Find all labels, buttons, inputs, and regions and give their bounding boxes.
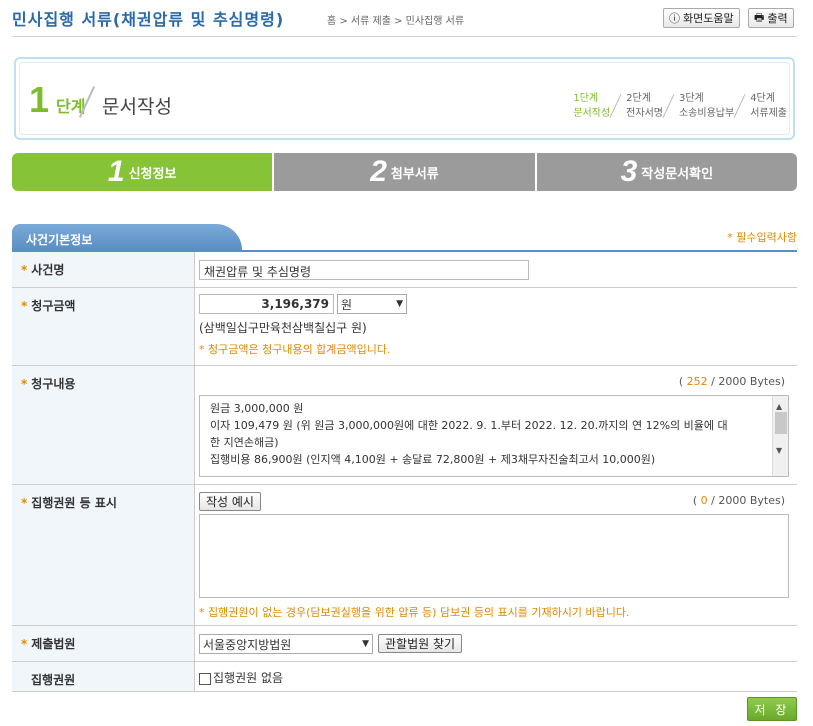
- stage-number: 1: [29, 79, 50, 120]
- row-case-name: * 사건명 채권압류 및 추심명령: [12, 252, 797, 288]
- case-name-label: 사건명: [31, 263, 65, 277]
- print-button[interactable]: 🖶 출력: [748, 8, 794, 28]
- claim-amount-korean: (삼백일십구만육천삼백칠십구 원): [199, 321, 367, 335]
- enforcement-right-label: 집행권원: [31, 673, 76, 687]
- stage-progress: 1단계 문서작성 2단계 전자서명 3단계 소송비용납부 4단계 서류제출: [571, 91, 787, 121]
- case-info-form: * 사건명 채권압류 및 추심명령 * 청구금액 3,196,379 원 ▼ (삼백…: [12, 250, 797, 692]
- claim-line: 원금 3,000,000 원: [210, 402, 304, 415]
- tab-document-review[interactable]: 3 작성문서확인: [536, 153, 797, 191]
- tab-attachments[interactable]: 2 첨부서류: [274, 153, 535, 191]
- claim-line: 이자 109,479 원 (위 원금 3,000,000원에 대한 2022. …: [210, 419, 728, 432]
- scrollbar[interactable]: ▲ ▼: [772, 396, 788, 476]
- required-note: * 필수입력사항: [727, 231, 797, 244]
- help-button[interactable]: ⓘ 화면도움말: [663, 8, 740, 28]
- scroll-thumb[interactable]: [775, 412, 787, 434]
- enforcement-title-textarea[interactable]: [199, 514, 789, 598]
- enforcement-title-note: * 집행권원이 없는 경우(담보권실행을 위한 압류 등) 담보권 등의 표시를…: [199, 606, 630, 619]
- court-label: 제출법원: [31, 637, 76, 651]
- example-button[interactable]: 작성 예시: [199, 492, 261, 511]
- scroll-down-icon: ▼: [776, 446, 783, 455]
- chevron-down-icon: ▼: [396, 299, 403, 309]
- claim-amount-label: 청구금액: [31, 299, 76, 313]
- claim-content-label: 청구내용: [31, 377, 76, 391]
- tab-application-info[interactable]: 1 신청정보: [12, 153, 273, 191]
- row-enforcement-title: * 집행권원 등 표시 작성 예시 ( 0 / 2000 Bytes) * 집행권…: [12, 485, 797, 626]
- row-enforcement-right: 집행권원 집행권원 없음: [12, 662, 797, 692]
- claim-line: 집행비용 86,900원 (인지액 4,100원 + 송달료 72,800원 +…: [210, 453, 656, 466]
- mini-step-2: 2단계 전자서명: [609, 91, 663, 121]
- enforcement-byte-counter: ( 0 / 2000 Bytes): [692, 494, 785, 507]
- claim-content-textarea[interactable]: 원금 3,000,000 원 이자 109,479 원 (위 원금 3,000,…: [199, 395, 789, 477]
- no-enforcement-checkbox[interactable]: [199, 672, 211, 685]
- stage-panel: 1 단계 문서작성 1단계 문서작성 2단계 전자서명 3단계 소송비용납부 4단계 서…: [14, 57, 795, 140]
- row-claim-amount: * 청구금액 3,196,379 원 ▼ (삼백일십구만육천삼백칠십구 원) * …: [12, 288, 797, 366]
- breadcrumb: 홈 > 서류 제출 > 민사집행 서류: [327, 16, 465, 27]
- claim-amount-note: * 청구금액은 청구내용의 합계금액입니다.: [199, 343, 391, 356]
- info-icon: ⓘ: [669, 12, 680, 25]
- mini-step-1: 1단계 문서작성: [573, 93, 611, 119]
- court-select[interactable]: 서울중앙지방법원 ▼: [199, 634, 373, 654]
- claim-content-byte-counter: ( 252 / 2000 Bytes): [678, 375, 785, 388]
- claim-amount-input[interactable]: 3,196,379: [199, 294, 334, 314]
- printer-icon: 🖶: [754, 10, 765, 24]
- header: 민사집행 서류(채권압류 및 추심명령) 홈 > 서류 제출 > 민사집행 서류…: [0, 0, 813, 36]
- save-button[interactable]: 저 장: [747, 697, 797, 721]
- header-divider: [12, 36, 797, 37]
- stage-name: 문서작성: [102, 96, 172, 118]
- mini-step-4: 4단계 서류제출: [733, 91, 787, 121]
- claim-line: 한 지연손해금): [210, 436, 279, 449]
- enforcement-title-label: 집행권원 등 표시: [31, 496, 117, 510]
- row-claim-content: * 청구내용 ( 252 / 2000 Bytes) 원금 3,000,000 원…: [12, 366, 797, 485]
- mini-step-3: 3단계 소송비용납부: [662, 91, 734, 121]
- case-name-input[interactable]: 채권압류 및 추심명령: [199, 260, 529, 280]
- chevron-down-icon: ▼: [362, 639, 369, 649]
- section-title: 사건기본정보: [12, 224, 242, 250]
- no-enforcement-label[interactable]: 집행권원 없음: [213, 671, 283, 685]
- row-court: * 제출법원 서울중앙지방법원 ▼ 관할법원 찾기: [12, 626, 797, 662]
- step-tabs: 1 신청정보 2 첨부서류 3 작성문서확인: [12, 153, 797, 191]
- currency-select[interactable]: 원 ▼: [337, 294, 407, 314]
- find-court-button[interactable]: 관할법원 찾기: [378, 634, 463, 653]
- page-title: 민사집행 서류(채권압류 및 추심명령): [12, 10, 285, 29]
